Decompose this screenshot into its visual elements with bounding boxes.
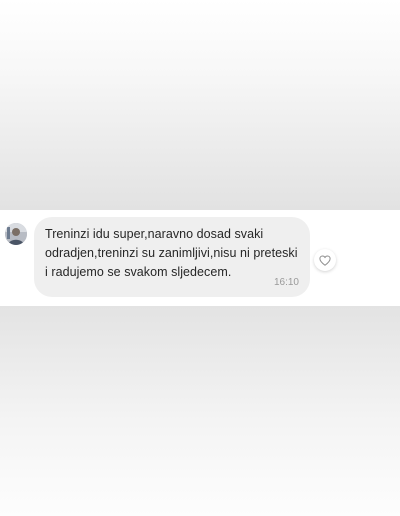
message-line: odradjen,treninzi su zanimljivi,nisu ni … — [45, 246, 298, 260]
message-line: Treninzi idu super,naravno dosad svaki — [45, 227, 264, 241]
avatar-image — [5, 223, 27, 245]
background-bottom — [0, 306, 400, 516]
message-text: Treninzi idu super,naravno dosad svaki o… — [45, 225, 300, 282]
message-timestamp: 16:10 — [273, 277, 299, 288]
message-line: i radujemo se svakom sljedecem. — [45, 265, 232, 279]
heart-outline-icon — [319, 254, 331, 266]
background-top — [0, 0, 400, 210]
sender-avatar[interactable] — [5, 223, 27, 245]
message-bubble[interactable]: Treninzi idu super,naravno dosad svaki o… — [34, 217, 310, 297]
like-button[interactable] — [314, 249, 336, 271]
